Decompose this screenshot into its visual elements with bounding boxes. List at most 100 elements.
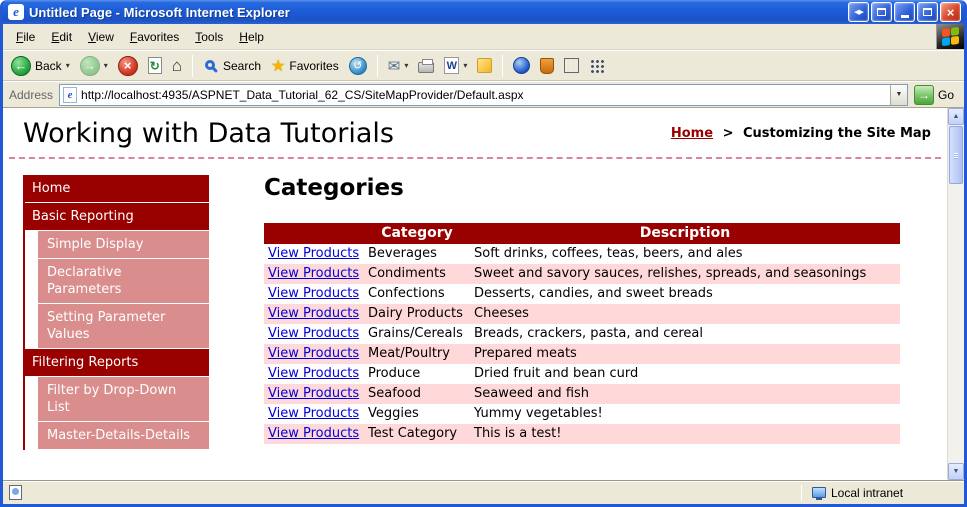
table-row: View Products Condiments Sweet and savory … [264, 264, 900, 284]
category-cell: Grains/Cereals [368, 326, 463, 341]
sidebar-item-master-details-details[interactable]: Master-Details-Details [38, 422, 209, 449]
back-icon: ← [11, 55, 31, 76]
category-cell: Confections [368, 286, 445, 301]
description-cell: Dried fruit and bean curd [474, 366, 639, 381]
view-products-cell: View Products [264, 244, 364, 264]
view-products-link[interactable]: View Products [268, 426, 359, 441]
title-arrows-button[interactable]: ◀▶ [848, 2, 869, 22]
table-row: View Products Beverages Soft drinks, coffe… [264, 244, 900, 264]
toolbar-separator [502, 54, 504, 77]
mail-button[interactable]: ✉ ▾ [384, 55, 413, 77]
view-products-link[interactable]: View Products [268, 306, 359, 321]
sidebar-item-setting-parameter-values[interactable]: Setting Parameter Values [38, 304, 209, 348]
menu-item-tools[interactable]: Tools [188, 27, 230, 47]
breadcrumb-separator: > [722, 126, 734, 141]
status-page-icon [9, 485, 22, 500]
minimize-icon [900, 15, 909, 18]
browser-window: e Untitled Page - Microsoft Internet Exp… [0, 0, 967, 507]
sidebar-item-basic-reporting[interactable]: Basic Reporting [23, 203, 209, 230]
table-header-empty [264, 223, 364, 244]
notes-button[interactable] [473, 56, 496, 75]
description-cell: Sweet and savory sauces, relishes, sprea… [474, 266, 867, 281]
local-intranet-icon [812, 487, 826, 500]
menu-item-help[interactable]: Help [232, 27, 271, 47]
address-dropdown-button[interactable]: ▼ [889, 84, 907, 105]
history-icon: ↺ [348, 56, 367, 75]
back-button[interactable]: ← Back ▾ [7, 54, 74, 78]
go-arrow-icon: → [913, 84, 934, 105]
description-cell: Desserts, candies, and sweet breads [474, 286, 713, 301]
search-button[interactable]: Search [199, 56, 265, 76]
scroll-track[interactable] [948, 185, 964, 463]
window-icon [877, 8, 886, 16]
media-button[interactable] [536, 56, 558, 76]
refresh-button[interactable]: ↻ [144, 55, 166, 76]
scroll-up-button[interactable]: ▲ [948, 108, 964, 125]
menu-item-favorites[interactable]: Favorites [123, 27, 186, 47]
sidebar-item-filter-by-drop-down-list[interactable]: Filter by Drop-Down List [38, 377, 209, 421]
view-products-cell: View Products [264, 404, 364, 424]
web-page: Working with Data Tutorials Home > Custo… [3, 108, 947, 480]
table-header-category: Category [364, 223, 470, 244]
minimize-button[interactable] [894, 2, 915, 22]
browser-viewport: Working with Data Tutorials Home > Custo… [3, 107, 964, 480]
breadcrumb-current: Customizing the Site Map [743, 126, 931, 141]
stop-icon: × [117, 55, 138, 76]
messenger-button[interactable] [509, 55, 534, 76]
print-button[interactable] [414, 56, 438, 75]
status-bar: Local intranet [3, 480, 964, 504]
view-products-link[interactable]: View Products [268, 286, 359, 301]
sidebar-item-home[interactable]: Home [23, 175, 209, 202]
search-icon [205, 59, 215, 70]
close-button[interactable]: × [940, 2, 961, 22]
breadcrumb-home-link[interactable]: Home [671, 126, 713, 141]
messenger-icon [513, 57, 531, 74]
history-button[interactable]: ↺ [345, 55, 371, 77]
favorites-button[interactable]: ★ Favorites [267, 54, 343, 78]
menu-item-view[interactable]: View [81, 27, 121, 47]
grid-button[interactable] [585, 56, 608, 75]
grid-icon [589, 58, 605, 73]
menu-item-edit[interactable]: Edit [44, 27, 79, 47]
note-icon [477, 58, 493, 73]
status-zone: Local intranet [808, 486, 958, 500]
page-header: Working with Data Tutorials Home > Custo… [3, 108, 947, 157]
vertical-scrollbar[interactable]: ▲ ▼ [947, 108, 964, 480]
go-button[interactable]: → Go [913, 84, 958, 105]
media-icon [540, 57, 555, 74]
sidebar-item-filtering-reports[interactable]: Filtering Reports [23, 349, 209, 376]
categories-tbody: View Products Beverages Soft drinks, coffe… [264, 244, 900, 444]
maximize-button[interactable] [917, 2, 938, 22]
title-bar[interactable]: e Untitled Page - Microsoft Internet Exp… [3, 0, 964, 24]
go-label: Go [937, 87, 954, 102]
forward-button[interactable]: → ▾ [76, 54, 112, 78]
title-window-button[interactable] [871, 2, 892, 22]
view-products-link[interactable]: View Products [268, 266, 359, 281]
stop-button[interactable]: × [114, 54, 142, 78]
page-icon: e [63, 86, 78, 103]
main-content: Categories Category Description View Pro… [264, 175, 947, 450]
address-input[interactable] [77, 85, 890, 104]
view-products-link[interactable]: View Products [268, 406, 359, 421]
address-field: e ▼ [59, 83, 908, 106]
page-title: Working with Data Tutorials [23, 118, 394, 149]
building-button[interactable] [560, 56, 583, 75]
edit-with-word-button[interactable]: W ▾ [440, 55, 471, 76]
sidebar-item-simple-display[interactable]: Simple Display [38, 231, 209, 258]
view-products-link[interactable]: View Products [268, 386, 359, 401]
view-products-link[interactable]: View Products [268, 366, 359, 381]
view-products-link[interactable]: View Products [268, 326, 359, 341]
page-body: Home Basic Reporting Simple Display Declara… [3, 159, 947, 450]
view-products-link[interactable]: View Products [268, 346, 359, 361]
view-products-link[interactable]: View Products [268, 246, 359, 261]
description-cell: Breads, crackers, pasta, and cereal [474, 326, 703, 341]
ie-icon: e [8, 4, 24, 20]
menu-items: File Edit View Favorites Tools Help [3, 24, 936, 49]
forward-icon: → [79, 55, 100, 76]
scroll-thumb[interactable] [949, 126, 963, 184]
scroll-down-button[interactable]: ▼ [948, 463, 964, 480]
sidebar-item-declarative-parameters[interactable]: Declarative Parameters [38, 259, 209, 303]
menu-item-file[interactable]: File [9, 27, 42, 47]
favorites-label: Favorites [289, 58, 339, 73]
home-button[interactable]: ⌂ [168, 54, 186, 78]
